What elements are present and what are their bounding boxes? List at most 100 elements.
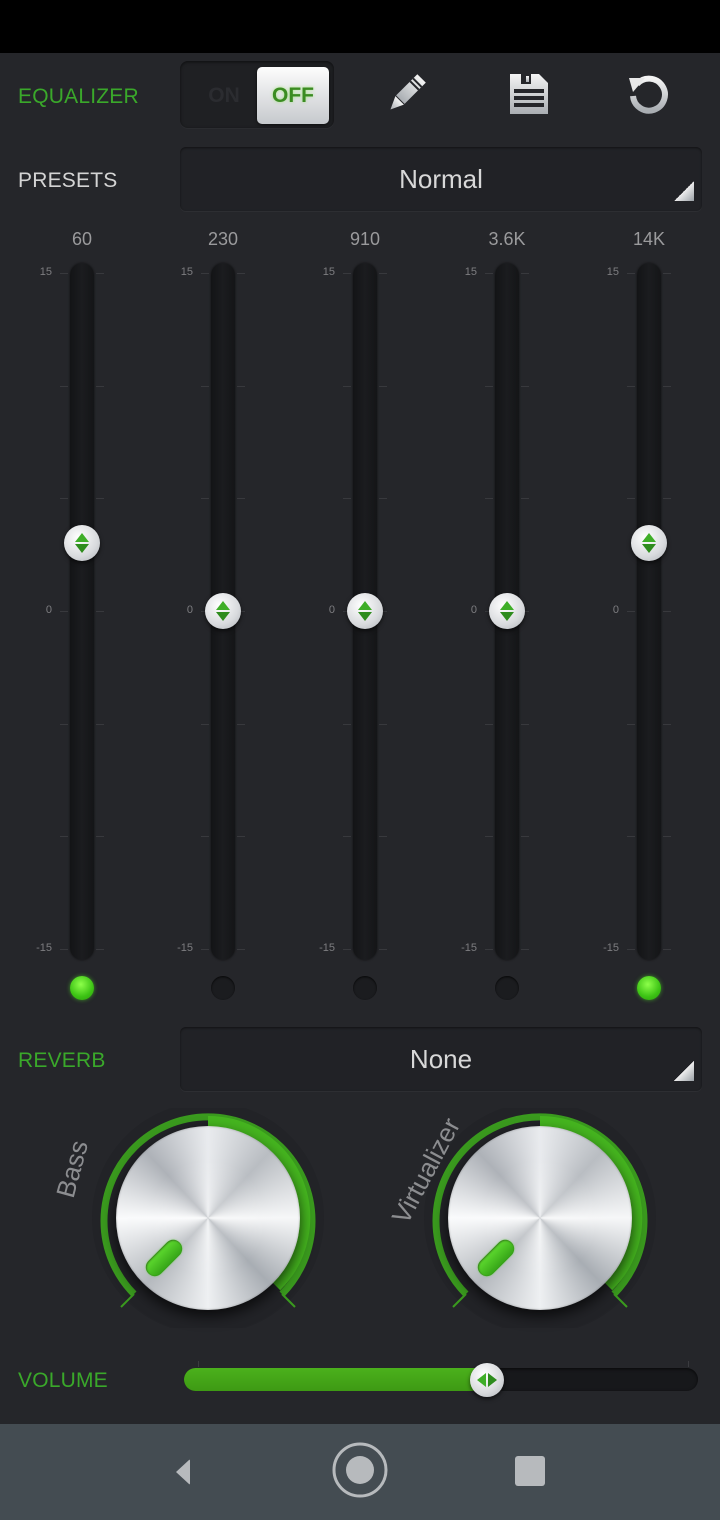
bass-knob[interactable] (88, 1108, 328, 1328)
edit-button[interactable] (382, 70, 430, 118)
reset-button[interactable] (625, 70, 673, 118)
band-indicator-led (637, 976, 661, 1000)
scale-tick (201, 498, 209, 500)
band-slider-track[interactable] (70, 263, 94, 960)
scale-tick (343, 273, 351, 274)
scale-tick (521, 273, 529, 274)
band-indicator-led (70, 976, 94, 1000)
band-slider-thumb[interactable] (347, 593, 383, 629)
scale-tick (663, 385, 671, 387)
scale-tick (237, 836, 245, 838)
back-triangle-icon (176, 1459, 190, 1485)
scale-tick (237, 385, 245, 387)
scale-tick (237, 498, 245, 500)
band-indicator-led (353, 976, 377, 1000)
dropdown-corner-icon (674, 181, 694, 201)
band-indicator-led (211, 976, 235, 1000)
arrow-down-icon (216, 612, 230, 621)
scale-tick (379, 498, 387, 500)
scale-tick (379, 949, 387, 950)
presets-dropdown[interactable]: Normal (180, 147, 702, 211)
status-bar (0, 0, 720, 53)
band-slider-track[interactable] (637, 263, 661, 960)
scale-tick (96, 385, 104, 387)
scale-tick (96, 498, 104, 500)
scale-tick (379, 723, 387, 725)
bass-knob-indicator (142, 1236, 186, 1280)
arrow-down-icon (642, 544, 656, 554)
scale-tick (627, 498, 635, 500)
dropdown-corner-icon (674, 1061, 694, 1081)
arrow-down-icon (75, 544, 89, 554)
scale-tick (627, 836, 635, 838)
scale-tick (60, 611, 68, 612)
nav-back-button[interactable] (158, 1442, 218, 1502)
scale-tick (521, 723, 529, 725)
arrow-up-icon (642, 533, 656, 543)
reverb-selected-value: None (409, 1043, 473, 1074)
eq-band-60: 60 15 0 -15 (22, 225, 142, 1015)
scale-tick (521, 385, 529, 387)
scale-tick (237, 723, 245, 725)
arrow-up-icon (358, 601, 372, 610)
scale-tick (521, 949, 529, 950)
reverb-dropdown[interactable]: None (180, 1027, 702, 1091)
bass-knob-face[interactable] (116, 1126, 300, 1310)
scale-tick (96, 836, 104, 838)
band-frequency-label: 230 (207, 229, 239, 249)
scale-tick (237, 273, 245, 274)
equalizer-toggle[interactable]: ON OFF (180, 61, 334, 128)
pencil-icon (390, 74, 426, 110)
band-frequency-label: 3.6K (488, 229, 526, 249)
band-frequency-label: 60 (71, 229, 93, 249)
scale-tick (201, 385, 209, 387)
scale-tick (60, 723, 68, 725)
scale-tick (485, 273, 493, 274)
scale-tick (379, 385, 387, 387)
band-slider-thumb[interactable] (631, 525, 667, 562)
toggle-off-option[interactable]: OFF (257, 67, 329, 124)
arrow-down-icon (358, 612, 372, 621)
scale-tick (343, 949, 351, 950)
scale-tick (627, 385, 635, 387)
virtualizer-knob-face[interactable] (448, 1126, 632, 1310)
scale-tick (663, 723, 671, 725)
volume-max-tick (688, 1361, 689, 1367)
scale-tick (96, 611, 104, 612)
eq-band-910: 910 15 0 -15 (305, 225, 425, 1015)
band-indicator-led (495, 976, 519, 1000)
arrow-up-icon (216, 601, 230, 610)
arrow-up-icon (500, 601, 514, 610)
save-preset-button[interactable] (505, 70, 553, 118)
band-slider-thumb[interactable] (205, 593, 241, 629)
volume-slider-track[interactable] (184, 1368, 698, 1391)
nav-home-button[interactable] (330, 1442, 390, 1502)
scale-label: -15 (177, 942, 193, 954)
scale-tick (201, 949, 209, 950)
volume-label: VOLUME (18, 1369, 108, 1392)
scale-label: -15 (36, 942, 52, 954)
volume-slider-fill (184, 1368, 488, 1391)
scale-tick (379, 836, 387, 838)
toggle-on-option[interactable]: ON (188, 69, 260, 123)
scale-label: -15 (461, 942, 477, 954)
scale-label: 0 (470, 604, 477, 616)
scale-tick (663, 836, 671, 838)
scale-tick (343, 385, 351, 387)
floppy-disk-icon (510, 74, 548, 114)
scale-label: 15 (180, 266, 193, 278)
band-slider-thumb[interactable] (489, 593, 525, 629)
scale-label: 15 (322, 266, 335, 278)
scale-tick (485, 498, 493, 500)
volume-slider-thumb[interactable] (470, 1363, 505, 1397)
scale-tick (485, 836, 493, 838)
scale-tick (96, 949, 104, 950)
scale-label: 0 (612, 604, 619, 616)
nav-recents-button[interactable] (500, 1442, 560, 1502)
band-slider-thumb[interactable] (64, 525, 100, 562)
scale-tick (663, 498, 671, 500)
scale-tick (627, 273, 635, 274)
scale-tick (485, 949, 493, 950)
scale-tick (201, 723, 209, 725)
scale-tick (60, 836, 68, 838)
